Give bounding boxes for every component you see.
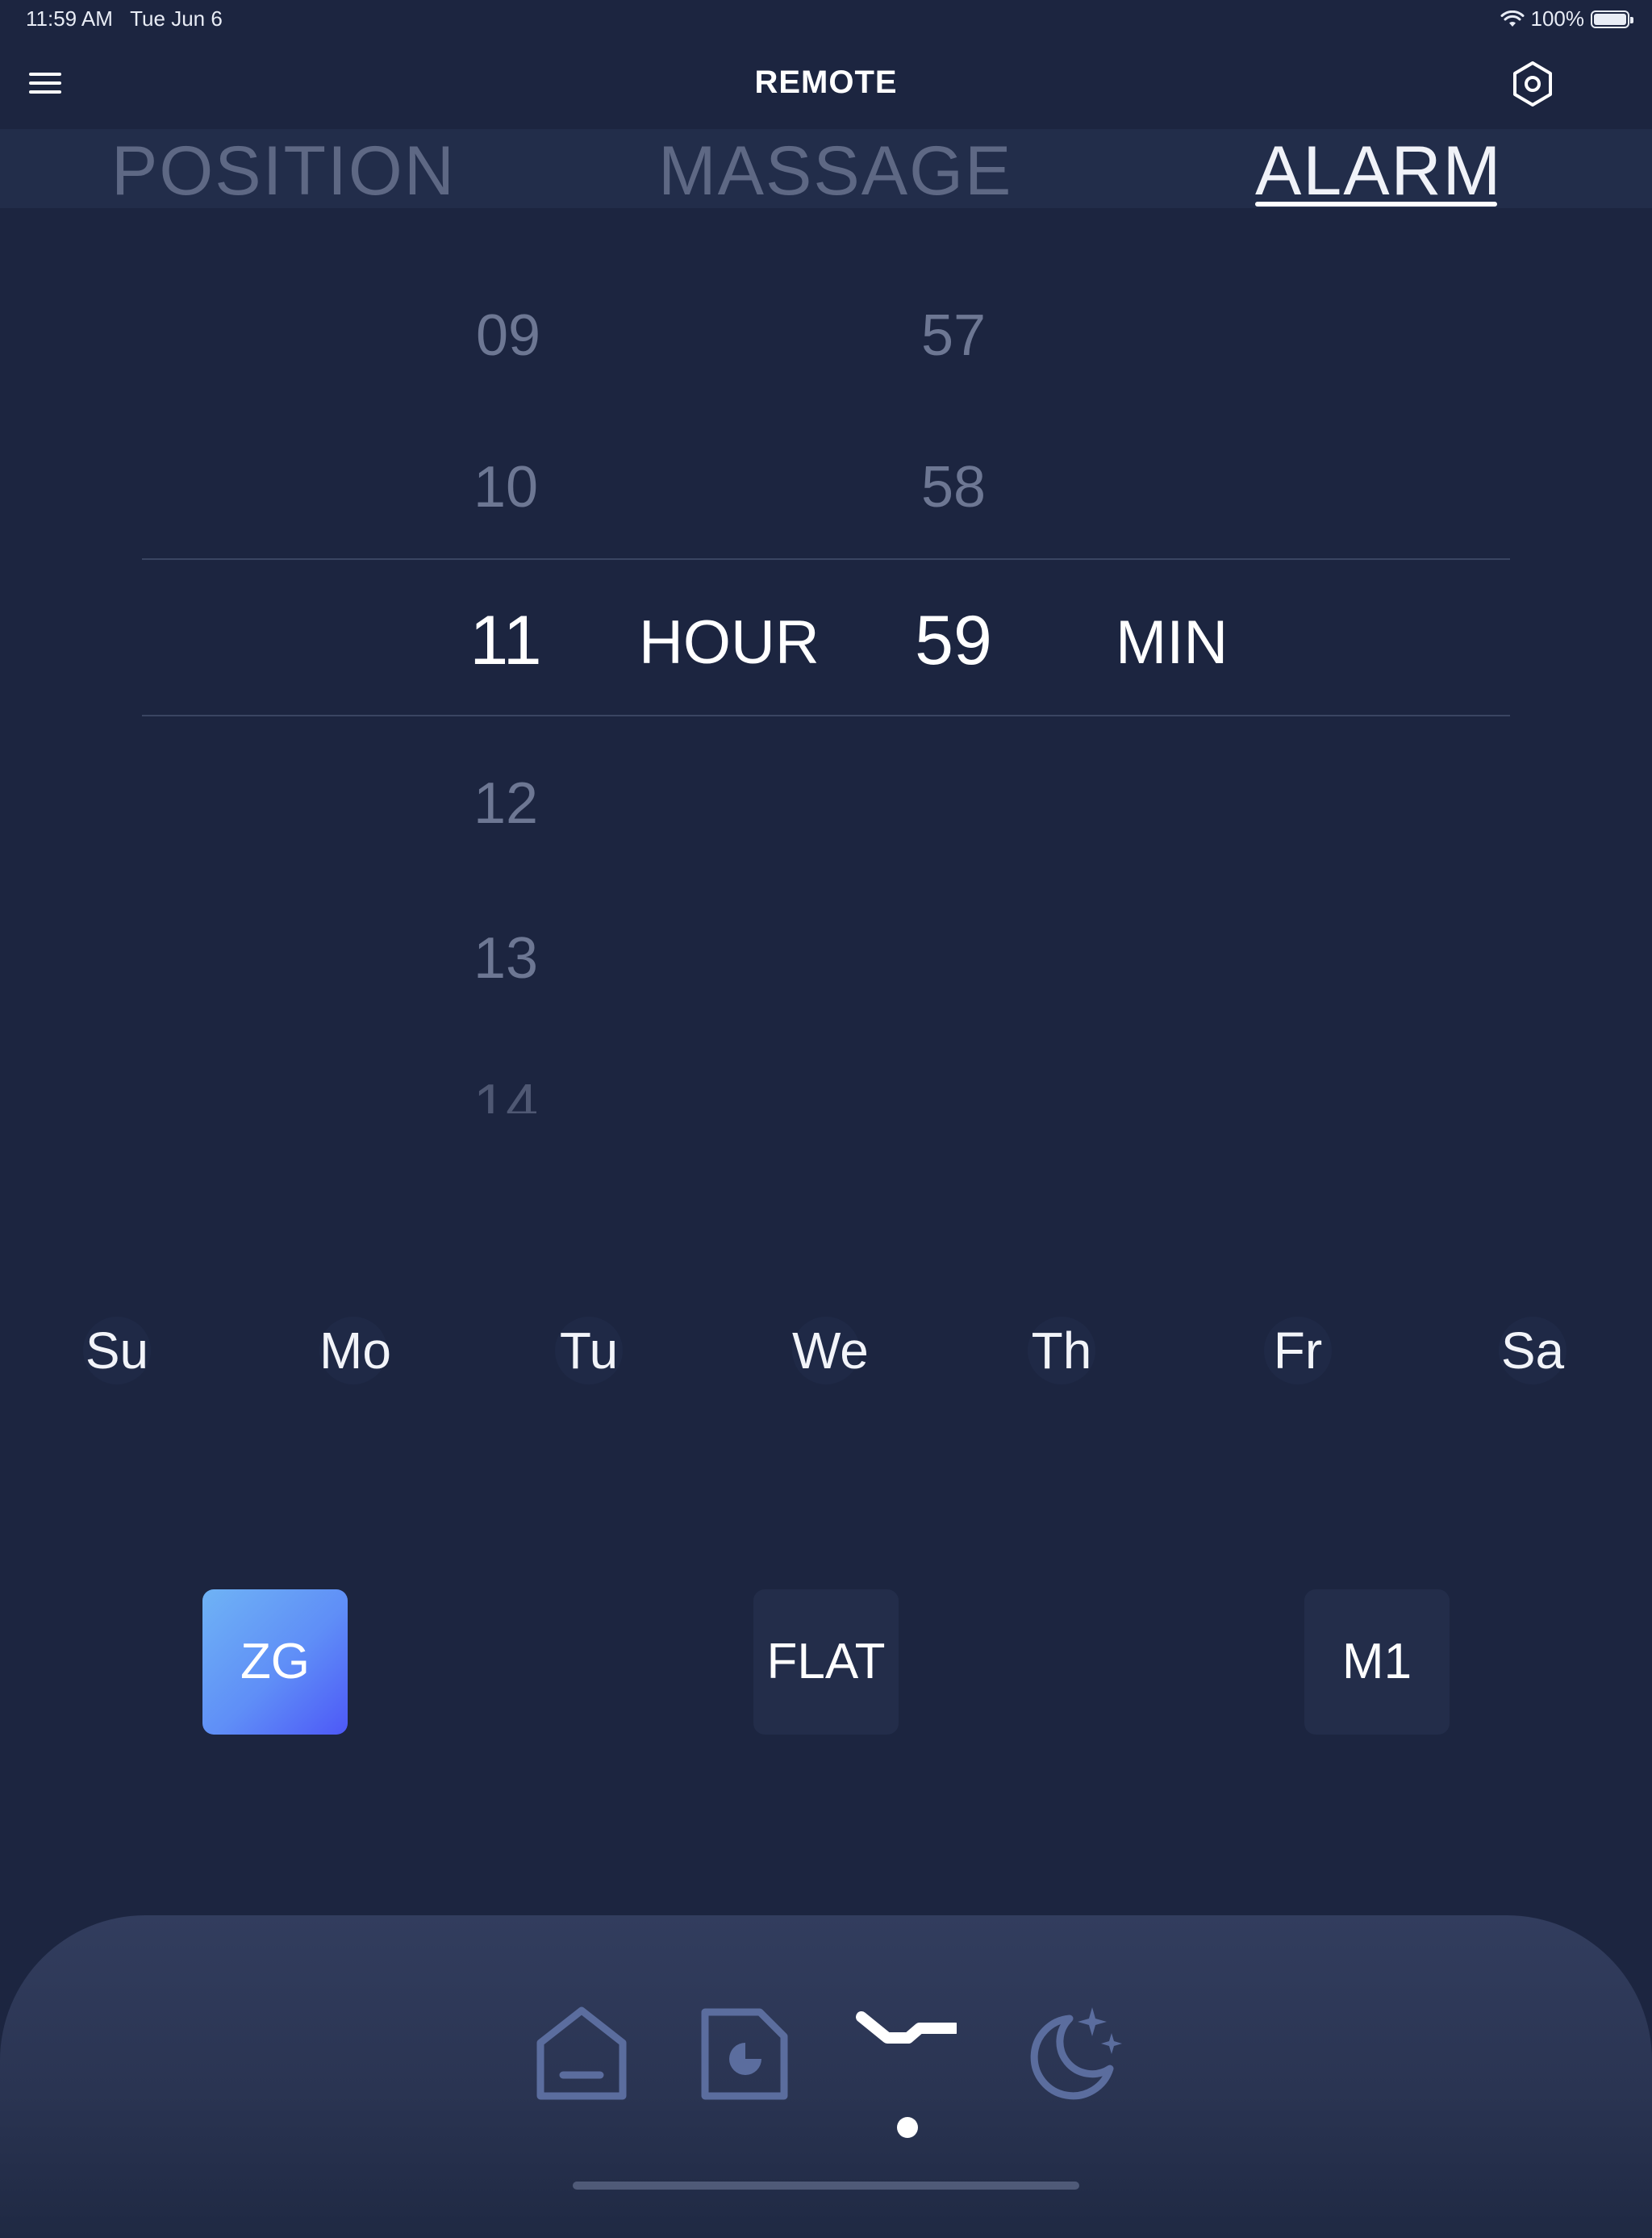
day-toggle-tuesday[interactable]: Tu [555, 1317, 623, 1384]
tab-alarm[interactable]: ALARM [1255, 132, 1502, 210]
picker-fade-mask [403, 1113, 645, 1178]
home-indicator[interactable] [573, 2182, 1079, 2190]
day-toggle-thursday[interactable]: Th [1028, 1317, 1095, 1384]
preset-m1-button[interactable]: M1 [1304, 1589, 1450, 1735]
minute-unit-label: MIN [1116, 608, 1229, 677]
hour-option[interactable]: 13 [425, 926, 586, 991]
status-time: 11:59 AM [26, 6, 113, 31]
minute-option[interactable]: 57 [873, 303, 1034, 368]
tab-massage[interactable]: MASSAGE [658, 132, 1012, 210]
report-icon[interactable] [692, 2001, 797, 2106]
status-date: Tue Jun 6 [130, 6, 223, 31]
hour-option[interactable]: 09 [428, 303, 589, 368]
day-toggle-monday[interactable]: Mo [319, 1317, 391, 1384]
minute-option[interactable]: 58 [873, 455, 1034, 520]
picker-selection-top-line [142, 558, 1510, 560]
hour-unit-label: HOUR [639, 608, 820, 677]
battery-icon [1591, 10, 1633, 28]
bed-remote-icon[interactable] [852, 2001, 957, 2106]
day-toggle-saturday[interactable]: Sa [1499, 1317, 1566, 1384]
battery-percent: 100% [1530, 6, 1585, 31]
sleep-moon-icon[interactable] [1021, 2001, 1126, 2106]
active-tab-indicator [1255, 202, 1497, 207]
day-toggle-sunday[interactable]: Su [83, 1317, 151, 1384]
hour-option[interactable]: 12 [425, 771, 586, 836]
active-nav-indicator [897, 2117, 918, 2138]
bottom-nav-panel [0, 1915, 1652, 2238]
preset-zg-button[interactable]: ZG [202, 1589, 348, 1735]
day-toggle-wednesday[interactable]: We [792, 1317, 869, 1384]
status-bar-indicators: 100% [1500, 6, 1633, 31]
home-icon[interactable] [529, 2001, 634, 2106]
status-bar-datetime: 11:59 AM Tue Jun 6 [26, 6, 223, 31]
hour-option[interactable]: 10 [425, 455, 586, 520]
preset-flat-button[interactable]: FLAT [753, 1589, 899, 1735]
page-title: REMOTE [754, 65, 898, 100]
day-toggle-friday[interactable]: Fr [1264, 1317, 1332, 1384]
tab-position[interactable]: POSITION [111, 132, 456, 210]
settings-icon[interactable] [1508, 60, 1557, 108]
wifi-icon [1500, 10, 1524, 27]
picker-selection-bottom-line [142, 715, 1510, 716]
selected-hour[interactable]: 11 [425, 602, 586, 679]
selected-minute[interactable]: 59 [873, 602, 1034, 679]
